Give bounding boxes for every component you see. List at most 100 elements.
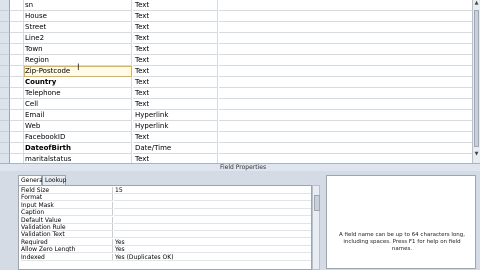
description-cell[interactable] xyxy=(219,22,472,33)
row-selector[interactable] xyxy=(0,154,10,163)
tab-lookup[interactable]: Lookup xyxy=(42,175,66,185)
description-cell[interactable] xyxy=(219,11,472,22)
description-cell[interactable] xyxy=(219,88,472,99)
field-row[interactable]: Street Text xyxy=(0,22,472,33)
description-cell[interactable] xyxy=(219,154,472,163)
property-value[interactable] xyxy=(114,194,311,202)
data-type-cell[interactable]: Text xyxy=(133,0,218,11)
row-selector[interactable] xyxy=(0,99,10,110)
field-name-cell[interactable]: Cell xyxy=(24,99,132,110)
row-selector[interactable] xyxy=(0,132,10,143)
field-name-cell[interactable]: DateofBirth xyxy=(24,143,132,154)
data-type-cell[interactable]: Text xyxy=(133,154,218,163)
data-type-cell[interactable]: Text xyxy=(133,22,218,33)
row-selector[interactable] xyxy=(0,88,10,99)
property-row[interactable]: Caption xyxy=(19,209,311,217)
tab-general[interactable]: General xyxy=(18,175,45,185)
data-type-cell[interactable]: Text xyxy=(133,55,218,66)
property-value[interactable] xyxy=(114,224,311,231)
property-row[interactable]: Default Value xyxy=(19,216,311,224)
data-type-cell[interactable]: Text xyxy=(133,77,218,88)
row-selector[interactable] xyxy=(0,77,10,88)
row-selector[interactable] xyxy=(0,55,10,66)
row-selector[interactable] xyxy=(0,143,10,154)
property-row[interactable]: Format xyxy=(19,194,311,202)
row-selector[interactable] xyxy=(0,33,10,44)
field-row[interactable]: maritalstatus Text xyxy=(0,154,472,163)
property-row[interactable]: Required Yes xyxy=(19,238,311,246)
data-type-cell[interactable]: Text xyxy=(133,88,218,99)
row-selector[interactable] xyxy=(0,0,10,11)
description-cell[interactable] xyxy=(219,121,472,132)
field-name-cell[interactable]: maritalstatus xyxy=(24,154,132,163)
property-value[interactable] xyxy=(114,202,311,209)
field-row[interactable]: sn Text xyxy=(0,0,472,11)
description-cell[interactable] xyxy=(219,33,472,44)
data-type-cell[interactable]: Hyperlink xyxy=(133,110,218,121)
field-name-cell[interactable]: Country xyxy=(24,77,132,88)
field-name-cell[interactable]: sn xyxy=(24,0,132,11)
row-selector[interactable] xyxy=(0,44,10,55)
property-row[interactable]: Indexed Yes (Duplicates OK) xyxy=(19,253,311,261)
row-selector[interactable] xyxy=(0,121,10,132)
data-type-cell[interactable]: Text xyxy=(133,132,218,143)
field-row[interactable]: DateofBirth Date/Time xyxy=(0,143,472,154)
property-row[interactable]: Validation Rule xyxy=(19,224,311,231)
field-row[interactable]: Town Text xyxy=(0,44,472,55)
description-cell[interactable] xyxy=(219,110,472,121)
property-value[interactable]: Yes xyxy=(114,239,311,246)
field-name-cell[interactable]: House xyxy=(24,11,132,22)
description-cell[interactable] xyxy=(219,143,472,154)
field-row[interactable]: Web Hyperlink xyxy=(0,121,472,132)
property-value[interactable]: Yes (Duplicates OK) xyxy=(114,254,311,261)
data-type-cell[interactable]: Text xyxy=(133,11,218,22)
row-selector[interactable] xyxy=(0,11,10,22)
property-row[interactable]: Input Mask xyxy=(19,201,311,209)
field-row[interactable]: Cell Text xyxy=(0,99,472,110)
property-value[interactable] xyxy=(114,231,311,239)
row-selector[interactable] xyxy=(0,22,10,33)
data-type-cell[interactable]: Text xyxy=(133,66,218,77)
field-name-cell[interactable]: FacebookID xyxy=(24,132,132,143)
data-type-cell[interactable]: Text xyxy=(133,33,218,44)
data-type-cell[interactable]: Hyperlink xyxy=(133,121,218,132)
description-cell[interactable] xyxy=(219,99,472,110)
grid-scrollbar[interactable]: ▲ ▼ xyxy=(472,0,480,163)
data-type-cell[interactable]: Text xyxy=(133,44,218,55)
field-row[interactable]: FacebookID Text xyxy=(0,132,472,143)
field-row[interactable]: Telephone Text xyxy=(0,88,472,99)
property-row[interactable]: Validation Text xyxy=(19,231,311,239)
field-name-cell[interactable]: Web xyxy=(24,121,132,132)
property-value[interactable]: Yes xyxy=(114,246,311,254)
description-cell[interactable] xyxy=(219,0,472,11)
property-value[interactable] xyxy=(114,217,311,224)
arrow-up-icon[interactable]: ▲ xyxy=(473,0,480,7)
field-row[interactable]: Email Hyperlink xyxy=(0,110,472,121)
field-name-cell[interactable]: Email xyxy=(24,110,132,121)
field-row[interactable]: Line2 Text xyxy=(0,33,472,44)
row-selector[interactable] xyxy=(0,110,10,121)
field-row[interactable]: Region Text xyxy=(0,55,472,66)
properties-scrollbar[interactable] xyxy=(312,185,320,270)
row-selector[interactable] xyxy=(0,66,10,77)
scrollbar-thumb[interactable] xyxy=(314,195,320,211)
description-cell[interactable] xyxy=(219,44,472,55)
data-type-cell[interactable]: Text xyxy=(133,99,218,110)
field-row[interactable]: House Text xyxy=(0,11,472,22)
property-value[interactable]: 15 xyxy=(114,187,311,194)
field-name-cell[interactable]: Street xyxy=(24,22,132,33)
data-type-cell[interactable]: Date/Time xyxy=(133,143,218,154)
field-name-cell[interactable]: Line2 xyxy=(24,33,132,44)
field-name-cell[interactable]: Town xyxy=(24,44,132,55)
field-name-cell[interactable]: Telephone xyxy=(24,88,132,99)
field-row[interactable]: Country Text xyxy=(0,77,472,88)
scrollbar-thumb[interactable] xyxy=(474,10,479,147)
arrow-down-icon[interactable]: ▼ xyxy=(473,151,480,158)
property-row[interactable]: Field Size 15 xyxy=(19,187,311,194)
description-cell[interactable] xyxy=(219,77,472,88)
field-row[interactable]: Zip-Postcode Text xyxy=(0,66,472,77)
description-cell[interactable] xyxy=(219,55,472,66)
description-cell[interactable] xyxy=(219,132,472,143)
property-value[interactable] xyxy=(114,209,311,217)
description-cell[interactable] xyxy=(219,66,472,77)
